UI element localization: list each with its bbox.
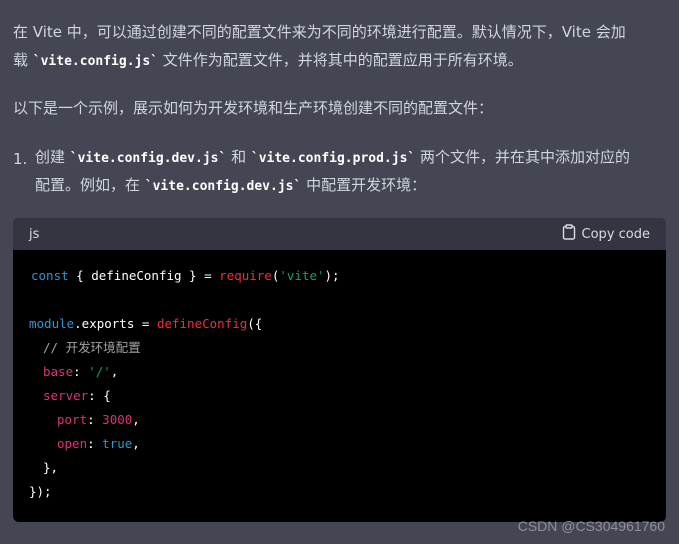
code-line: // 开发环境配置	[43, 338, 141, 358]
inline-code: `vite.config.prod.js`	[250, 151, 416, 166]
code-block-header: js Copy code	[13, 218, 666, 250]
code-token: ,	[132, 412, 140, 427]
code-token: ,	[132, 436, 140, 451]
code-token: : {	[88, 388, 111, 403]
code-token: server	[43, 388, 89, 403]
code-token: ({	[247, 316, 263, 331]
code-token: 'vite'	[279, 268, 325, 283]
paragraph-text: 文件作为配置文件，并将其中的配置应用于所有环境。	[158, 51, 523, 69]
list-text: 创建	[35, 148, 70, 166]
code-content: const { defineConfig } = require('vite')…	[13, 250, 666, 522]
code-line: open: true,	[57, 434, 140, 454]
code-token: base	[43, 364, 74, 379]
copy-code-label: Copy code	[581, 226, 650, 242]
code-token: port	[57, 412, 88, 427]
inline-code: `vite.config.dev.js`	[69, 151, 227, 166]
inline-code: `vite.config.js`	[32, 54, 159, 69]
code-token: const	[31, 268, 69, 283]
list-item-line2: 配置。例如，在 `vite.config.dev.js` 中配置开发环境：	[35, 171, 426, 201]
code-token: { defineConfig } =	[68, 268, 220, 283]
paragraph-text: 载	[13, 51, 33, 69]
code-line: module.exports = defineConfig({	[29, 314, 262, 334]
code-token: },	[43, 460, 59, 475]
paragraph-intro-line1: 在 Vite 中，可以通过创建不同的配置文件来为不同的环境进行配置。默认情况下，…	[13, 23, 626, 41]
list-item-number: 1.	[13, 150, 28, 168]
code-line: base: '/',	[43, 362, 118, 382]
code-line: port: 3000,	[57, 410, 140, 430]
code-line: });	[29, 482, 52, 502]
code-line: },	[43, 458, 58, 478]
code-comment: // 开发环境配置	[43, 340, 141, 355]
code-token: :	[87, 436, 103, 451]
code-token: open	[57, 436, 88, 451]
list-text: 两个文件，并在其中添加对应的	[415, 148, 631, 166]
code-token: 3000	[102, 412, 133, 427]
code-line: const { defineConfig } = require('vite')…	[31, 266, 340, 286]
code-token: require	[219, 268, 272, 283]
code-language-label: js	[29, 226, 40, 242]
code-token: :	[73, 364, 89, 379]
code-token: });	[29, 484, 52, 499]
code-token: '/'	[88, 364, 111, 379]
code-token: module	[29, 316, 75, 331]
copy-code-button[interactable]: Copy code	[562, 224, 650, 244]
code-token: );	[324, 268, 340, 283]
code-token: true	[102, 436, 133, 451]
code-token: .exports =	[74, 316, 157, 331]
code-token: ,	[110, 364, 119, 379]
inline-code: `vite.config.dev.js`	[144, 179, 302, 194]
list-text: 和	[226, 148, 251, 166]
code-token: defineConfig	[156, 316, 248, 331]
list-item-line1: 创建 `vite.config.dev.js` 和 `vite.config.p…	[35, 143, 630, 173]
clipboard-icon	[562, 224, 576, 244]
code-block: js Copy code const { defineConfig } = re…	[13, 218, 666, 522]
list-text: 中配置开发环境：	[301, 176, 427, 194]
list-text: 配置。例如，在	[35, 176, 145, 194]
code-line: server: {	[43, 386, 111, 406]
paragraph-intro-line2: 载 `vite.config.js` 文件作为配置文件，并将其中的配置应用于所有…	[13, 46, 523, 76]
code-token: :	[87, 412, 103, 427]
paragraph-example-intro: 以下是一个示例，展示如何为开发环境和生产环境创建不同的配置文件：	[13, 99, 494, 117]
watermark: CSDN @CS304961760	[517, 518, 665, 534]
